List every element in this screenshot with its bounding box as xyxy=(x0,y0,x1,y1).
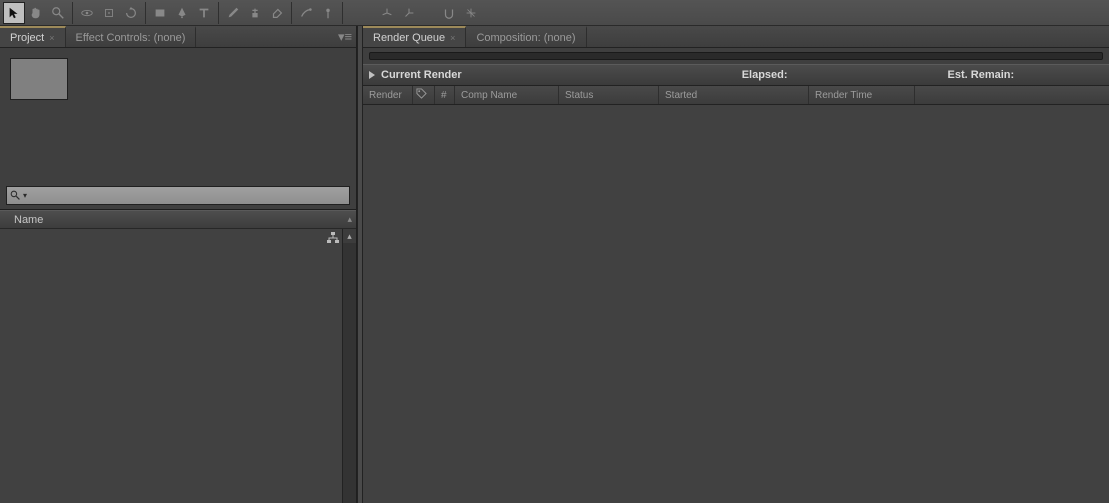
tab-effect-controls[interactable]: Effect Controls: (none) xyxy=(66,26,197,47)
current-render-label: Current Render xyxy=(381,69,462,81)
hand-tool[interactable] xyxy=(25,2,47,24)
render-queue-body[interactable] xyxy=(363,105,1109,503)
type-tool[interactable] xyxy=(193,2,215,24)
axis-world-tool[interactable] xyxy=(398,2,420,24)
column-comp-name[interactable]: Comp Name xyxy=(455,86,559,104)
column-index[interactable]: # xyxy=(435,86,455,104)
tab-label: Project xyxy=(10,32,44,44)
tab-render-queue[interactable]: Render Queue × xyxy=(363,26,466,47)
tab-composition[interactable]: Composition: (none) xyxy=(466,26,586,47)
remain-label: Est. Remain: xyxy=(948,69,1015,81)
toolbar-separator xyxy=(218,2,219,24)
brush-tool[interactable] xyxy=(222,2,244,24)
tab-label: Render Queue xyxy=(373,32,445,44)
elapsed-label: Elapsed: xyxy=(742,69,788,81)
project-browser-header[interactable]: Name ▴ xyxy=(0,210,356,229)
tag-icon xyxy=(416,88,427,102)
column-render[interactable]: Render xyxy=(363,86,413,104)
toolbar-separator xyxy=(72,2,73,24)
scroll-up-icon[interactable]: ▴ xyxy=(343,229,356,243)
chevron-down-icon[interactable]: ▾ xyxy=(23,191,33,200)
tab-label: Effect Controls: (none) xyxy=(76,32,186,44)
sort-indicator-icon[interactable]: ▴ xyxy=(347,214,352,225)
project-search[interactable]: ▾ xyxy=(6,186,350,205)
pen-tool[interactable] xyxy=(171,2,193,24)
eraser-tool[interactable] xyxy=(266,2,288,24)
project-panel: ▾ xyxy=(0,48,356,210)
puppet-pin-tool[interactable] xyxy=(317,2,339,24)
selection-tool[interactable] xyxy=(3,2,25,24)
pan-behind-tool[interactable] xyxy=(98,2,120,24)
vertical-scrollbar[interactable]: ▴ xyxy=(342,229,356,503)
flowchart-icon[interactable] xyxy=(326,231,340,245)
grid-toggle[interactable] xyxy=(460,2,482,24)
rectangle-tool[interactable] xyxy=(149,2,171,24)
main-workspace: Project × Effect Controls: (none) ▾≡ ▾ xyxy=(0,26,1109,503)
right-tabbar: Render Queue × Composition: (none) xyxy=(363,26,1109,48)
rotation-tool[interactable] xyxy=(120,2,142,24)
clone-stamp-tool[interactable] xyxy=(244,2,266,24)
search-input[interactable] xyxy=(33,187,349,204)
column-label-tag[interactable] xyxy=(413,86,435,104)
snap-toggle[interactable] xyxy=(438,2,460,24)
toolbar-separator xyxy=(342,2,343,24)
toolbar-separator xyxy=(291,2,292,24)
tab-label: Composition: (none) xyxy=(476,32,575,44)
disclosure-triangle-icon[interactable] xyxy=(369,71,375,79)
panel-menu-icon[interactable]: ▾≡ xyxy=(334,26,356,47)
render-queue-columns: Render # Comp Name Status Started Render… xyxy=(363,86,1109,105)
project-browser: Name ▴ ▴ xyxy=(0,210,356,503)
roto-brush-tool[interactable] xyxy=(295,2,317,24)
column-name: Name xyxy=(14,214,43,226)
project-thumbnail-area xyxy=(0,48,356,110)
column-started[interactable]: Started xyxy=(659,86,809,104)
zoom-tool[interactable] xyxy=(47,2,69,24)
left-panel-group: Project × Effect Controls: (none) ▾≡ ▾ xyxy=(0,26,357,503)
column-spacer xyxy=(915,86,1109,104)
project-thumbnail[interactable] xyxy=(10,58,68,100)
tab-project[interactable]: Project × xyxy=(0,26,66,47)
column-render-time[interactable]: Render Time xyxy=(809,86,915,104)
orbit-camera-tool[interactable] xyxy=(76,2,98,24)
search-icon xyxy=(7,190,23,201)
column-status[interactable]: Status xyxy=(559,86,659,104)
close-icon[interactable]: × xyxy=(49,33,54,43)
toolbar-separator xyxy=(145,2,146,24)
current-render-header[interactable]: Current Render Elapsed: Est. Remain: xyxy=(363,64,1109,86)
render-progress-bar xyxy=(369,52,1103,60)
axis-local-tool[interactable] xyxy=(376,2,398,24)
project-browser-body[interactable]: ▴ xyxy=(0,229,356,503)
right-panel-group: Render Queue × Composition: (none) Curre… xyxy=(363,26,1109,503)
main-toolbar xyxy=(0,0,1109,26)
left-tabbar: Project × Effect Controls: (none) ▾≡ xyxy=(0,26,356,48)
close-icon[interactable]: × xyxy=(450,33,455,43)
